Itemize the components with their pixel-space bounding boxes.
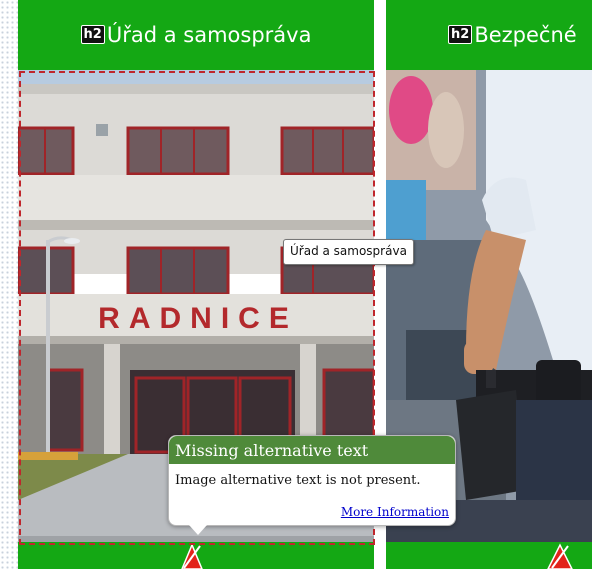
dotted-background <box>0 0 18 569</box>
radnice-sign: RADNICE <box>98 302 298 335</box>
h2-tag-icon: h2 <box>80 24 105 44</box>
card-heading[interactable]: h2 Bezpečné <box>386 0 592 70</box>
warning-triangle-icon <box>181 543 203 569</box>
more-information-link[interactable]: More Information <box>341 505 449 519</box>
title-tooltip: Úřad a samospráva <box>283 239 414 265</box>
missing-alt-text-popup: Missing alternative text Image alternati… <box>168 435 456 535</box>
popup-pointer <box>189 525 207 535</box>
popup-title: Missing alternative text <box>169 436 455 464</box>
card-footer <box>18 542 374 569</box>
card-footer <box>386 542 592 569</box>
card-title[interactable]: Bezpečné <box>474 23 576 47</box>
popup-message: Image alternative text is not present. <box>175 473 421 488</box>
warning-triangle-icon <box>547 543 573 569</box>
card-title[interactable]: Úřad a samospráva <box>107 23 312 47</box>
h2-tag-icon: h2 <box>448 24 473 44</box>
card-heading[interactable]: h2 Úřad a samospráva <box>18 0 374 70</box>
